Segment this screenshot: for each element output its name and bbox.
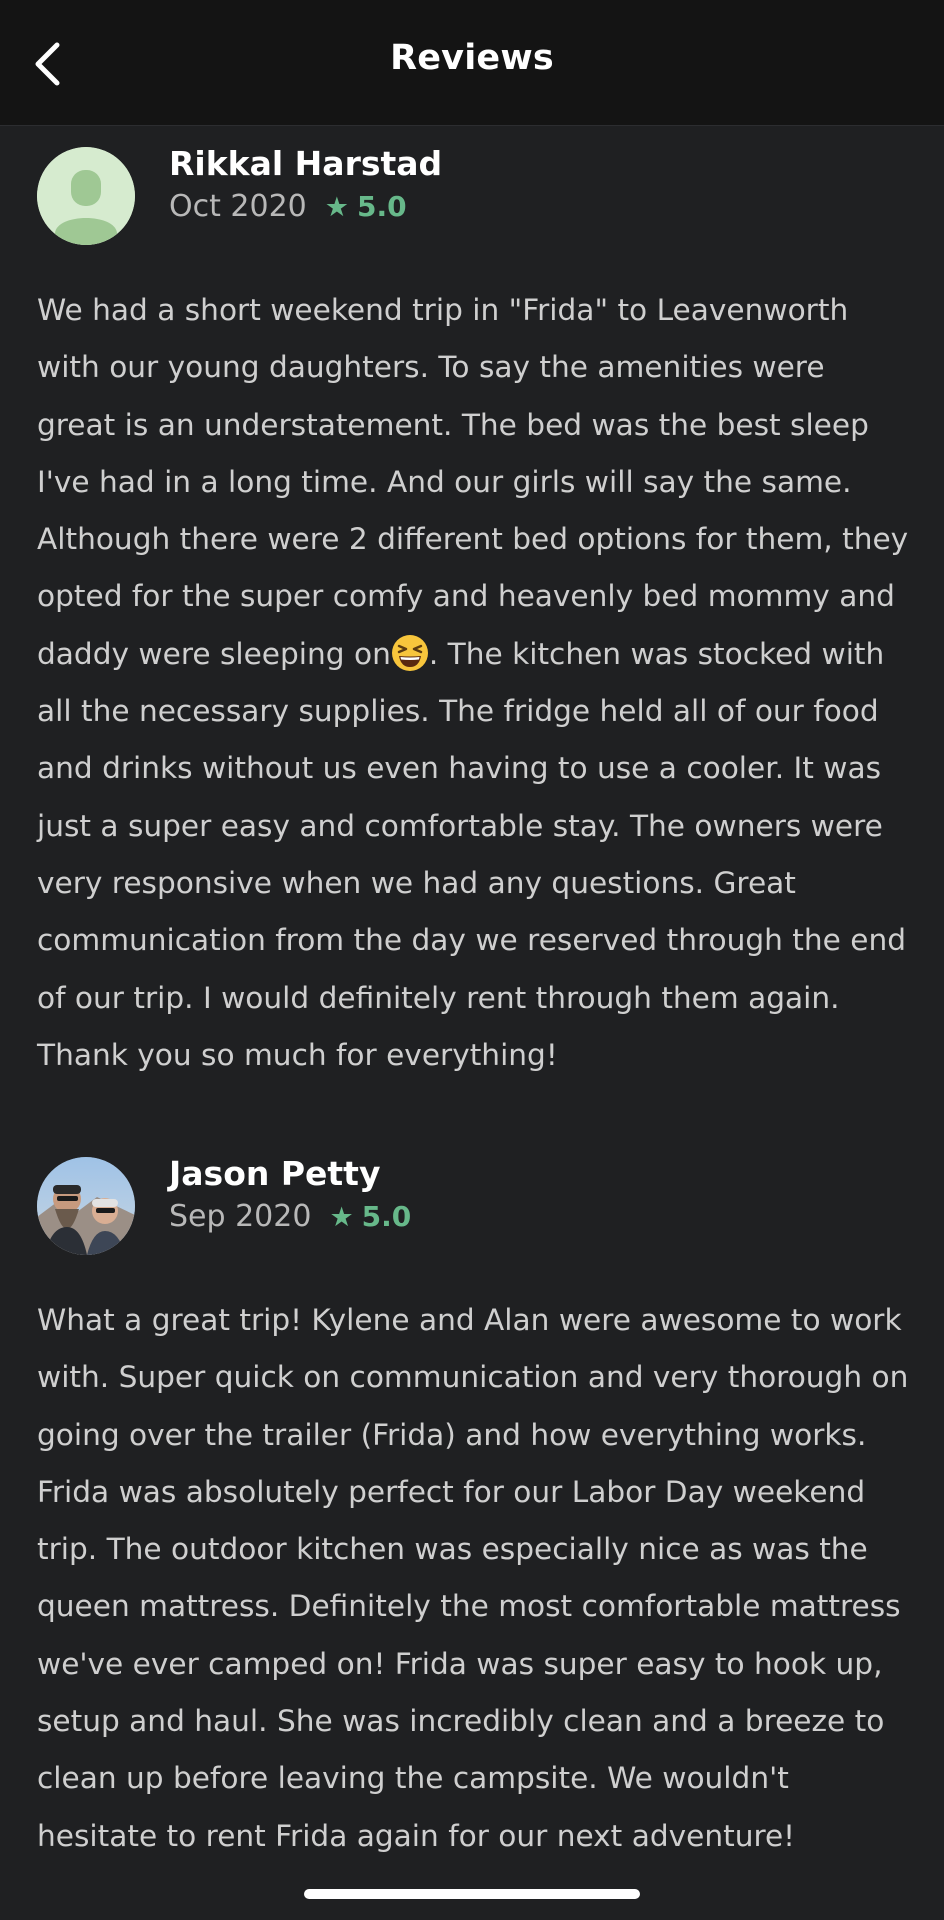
page-title: Reviews <box>390 38 554 78</box>
review-text: What a great trip! Kylene and Alan were … <box>37 1303 909 1853</box>
review-meta: Oct 2020 ★ 5.0 <box>169 189 407 224</box>
review-item: Jason Petty Sep 2020 ★ 5.0 What a great … <box>0 1154 944 1917</box>
review-item: Rikkal Harstad Oct 2020 ★ 5.0 We had a s… <box>0 127 944 1087</box>
review-text: We had a short weekend trip in "Frida" t… <box>37 282 909 1084</box>
top-nav-bar: Reviews <box>0 0 944 126</box>
review-meta: Sep 2020 ★ 5.0 <box>169 1199 411 1234</box>
review-date: Oct 2020 <box>169 189 307 224</box>
home-indicator[interactable] <box>304 1889 640 1899</box>
review-text-part: . The kitchen was stocked with all the n… <box>37 636 907 1072</box>
star-icon: ★ <box>329 1202 354 1233</box>
rating-value: 5.0 <box>361 1200 412 1233</box>
reviewer-name[interactable]: Rikkal Harstad <box>169 144 442 183</box>
rating-value: 5.0 <box>356 190 407 223</box>
review-date: Sep 2020 <box>169 1199 312 1234</box>
default-avatar-icon[interactable] <box>37 147 135 245</box>
review-rating: ★ 5.0 <box>329 1200 411 1233</box>
star-icon: ★ <box>324 192 349 223</box>
user-photo-avatar[interactable] <box>37 1157 135 1255</box>
review-rating: ★ 5.0 <box>325 190 407 223</box>
reviewer-name[interactable]: Jason Petty <box>169 1154 380 1193</box>
grinning-squinting-face-emoji <box>391 634 428 671</box>
review-text-part: We had a short weekend trip in "Frida" t… <box>37 293 909 671</box>
